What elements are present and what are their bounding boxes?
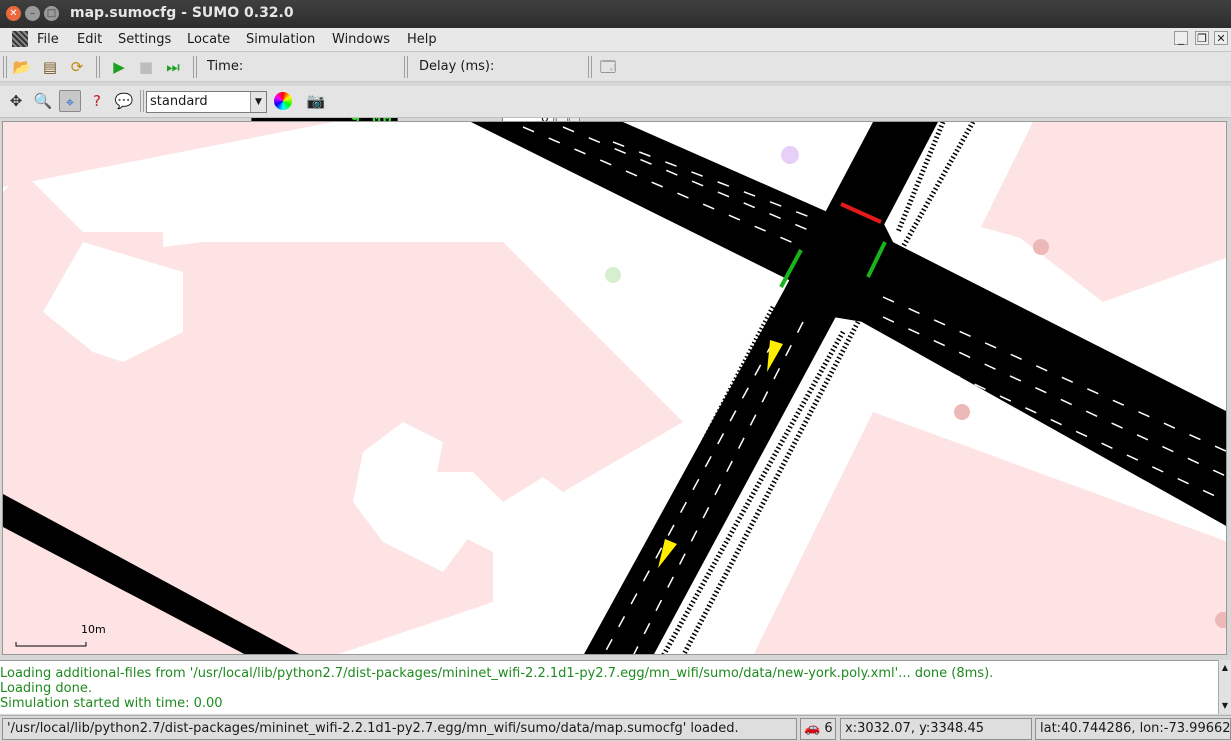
poi-marker[interactable] bbox=[605, 267, 621, 283]
toolbar-separator bbox=[193, 56, 197, 78]
delay-label: Delay (ms): bbox=[419, 59, 495, 74]
car-icon: 🚗 bbox=[804, 721, 821, 736]
toolbar-grip bbox=[3, 56, 7, 78]
menu-settings[interactable]: Settings bbox=[118, 32, 171, 47]
tooltip-icon[interactable]: ? bbox=[86, 90, 108, 112]
message-scrollbar[interactable]: ▲ ▼ bbox=[1218, 660, 1231, 714]
color-scheme-select[interactable]: standard ▼ bbox=[146, 91, 267, 113]
locate-icon[interactable]: ⌖ bbox=[59, 90, 81, 112]
chevron-down-icon[interactable]: ▼ bbox=[250, 92, 266, 112]
run-icon[interactable]: ▶ bbox=[108, 56, 130, 78]
mdi-minimize-icon[interactable]: _ bbox=[1174, 31, 1188, 45]
menu-bar: File Edit Settings Locate Simulation Win… bbox=[0, 28, 1231, 52]
cursor-latlon: lat:40.744286, lon:-73.996627 bbox=[1035, 718, 1231, 740]
zoom-icon[interactable]: 🔍 bbox=[32, 90, 54, 112]
vehicle-count-field: 🚗 6 bbox=[800, 718, 836, 740]
toolbar-separator bbox=[404, 56, 408, 78]
map-canvas[interactable]: 10m bbox=[3, 122, 1227, 655]
toolbar-separator bbox=[588, 56, 592, 78]
screenshot-icon[interactable]: 📷 bbox=[305, 90, 327, 112]
edit-coloring-icon[interactable] bbox=[274, 92, 292, 110]
info-bubble-icon[interactable]: 💬 bbox=[113, 90, 135, 112]
poi-marker[interactable] bbox=[781, 146, 799, 164]
step-icon[interactable]: ⏭ bbox=[162, 56, 184, 78]
scroll-down-icon[interactable]: ▼ bbox=[1219, 700, 1231, 712]
window-title: map.sumocfg - SUMO 0.32.0 bbox=[70, 5, 294, 21]
building-polygon bbox=[3, 122, 333, 187]
log-line: Simulation started with time: 0.00 bbox=[0, 696, 223, 711]
message-log: Loading additional-files from '/usr/loca… bbox=[0, 660, 1218, 714]
close-window-button[interactable]: ✕ bbox=[6, 6, 21, 21]
window-titlebar: ✕ – □ map.sumocfg - SUMO 0.32.0 bbox=[0, 0, 1231, 28]
building-polygon bbox=[3, 172, 683, 654]
recenter-icon[interactable]: ✥ bbox=[5, 90, 27, 112]
building-polygon bbox=[981, 122, 1226, 272]
poi-marker[interactable] bbox=[954, 404, 970, 420]
app-icon bbox=[12, 31, 28, 47]
vehicle-count: 6 bbox=[824, 721, 833, 736]
poi-marker[interactable] bbox=[1033, 239, 1049, 255]
toolbar-separator bbox=[96, 56, 100, 78]
new-view-icon[interactable]: 🗔 bbox=[597, 56, 619, 78]
menu-locate[interactable]: Locate bbox=[187, 32, 230, 47]
menu-help[interactable]: Help bbox=[407, 32, 437, 47]
time-label: Time: bbox=[207, 59, 244, 74]
mdi-close-icon[interactable]: ✕ bbox=[1214, 31, 1228, 45]
cursor-xy: x:3032.07, y:3348.45 bbox=[840, 718, 1032, 740]
menu-simulation[interactable]: Simulation bbox=[246, 32, 315, 47]
menu-edit[interactable]: Edit bbox=[77, 32, 102, 47]
status-bar: '/usr/local/lib/python2.7/dist-packages/… bbox=[0, 715, 1231, 741]
simulation-toolbar: 📂 ▤ ⟳ ▶ ■ ⏭ Time: 9.00 Delay (ms): 0 ▲▼ … bbox=[0, 52, 1231, 130]
scroll-up-icon[interactable]: ▲ bbox=[1219, 662, 1231, 674]
open-config-icon[interactable]: 📂 bbox=[11, 56, 33, 78]
scale-label: 10m bbox=[81, 623, 106, 636]
log-line: Loading additional-files from '/usr/loca… bbox=[0, 666, 994, 681]
color-scheme-value: standard bbox=[150, 94, 208, 109]
reload-icon[interactable]: ⟳ bbox=[66, 56, 88, 78]
log-line: Loading done. bbox=[0, 681, 92, 696]
open-network-icon[interactable]: ▤ bbox=[39, 56, 61, 78]
status-message: '/usr/local/lib/python2.7/dist-packages/… bbox=[2, 718, 797, 740]
map-view[interactable]: 10m bbox=[2, 121, 1227, 655]
menu-file[interactable]: File bbox=[37, 32, 59, 47]
minimize-window-button[interactable]: – bbox=[25, 6, 40, 21]
toolbar-separator bbox=[140, 90, 144, 112]
mdi-restore-icon[interactable]: ❐ bbox=[1195, 31, 1209, 45]
stop-icon[interactable]: ■ bbox=[135, 56, 157, 78]
menu-windows[interactable]: Windows bbox=[332, 32, 390, 47]
maximize-window-button[interactable]: □ bbox=[44, 6, 59, 21]
